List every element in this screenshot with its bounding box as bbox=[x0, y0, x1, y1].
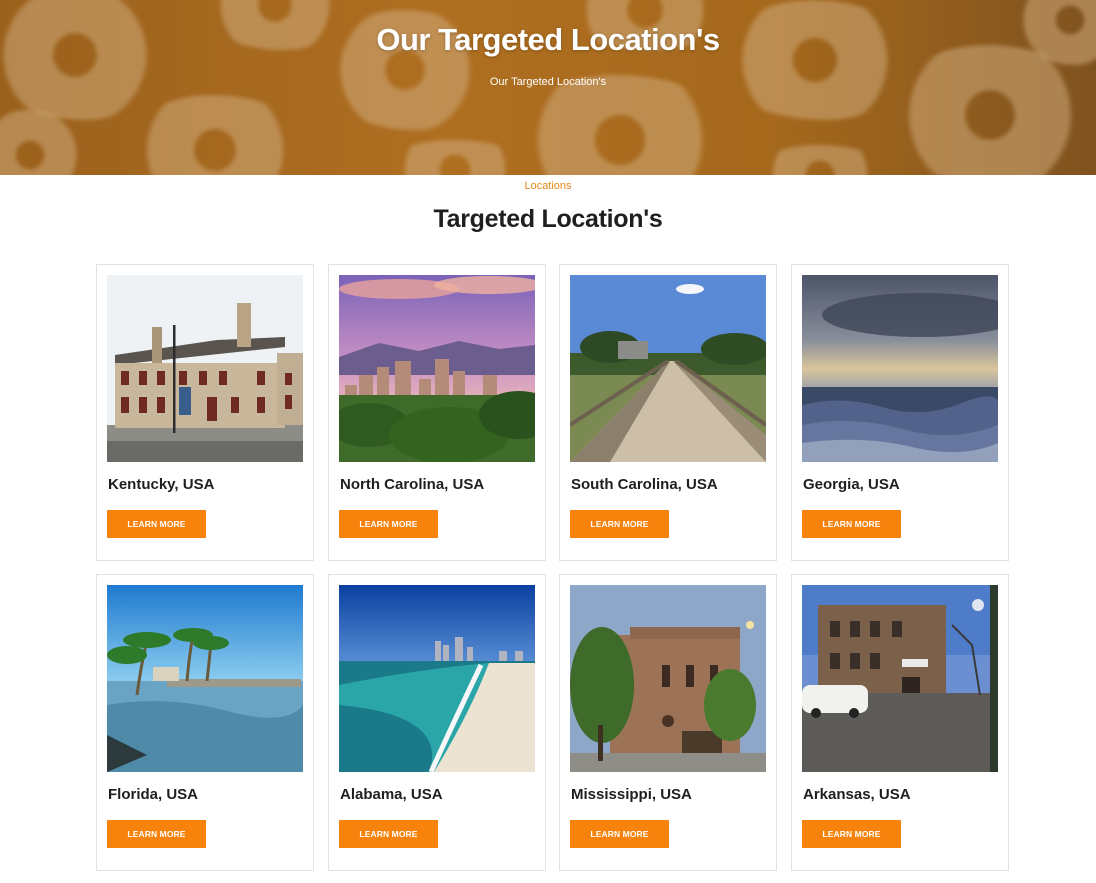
location-photo-alabama bbox=[339, 585, 535, 772]
section-title: Targeted Location's bbox=[433, 205, 663, 233]
location-photo-georgia bbox=[802, 275, 998, 462]
learn-more-button-kentucky[interactable]: LEARN MORE bbox=[107, 510, 206, 538]
location-photo-arkansas bbox=[802, 585, 998, 772]
hero-title: Our Targeted Location's bbox=[376, 22, 720, 57]
learn-more-button-south-carolina[interactable]: LEARN MORE bbox=[570, 510, 669, 538]
location-name: Alabama, USA bbox=[340, 786, 443, 803]
location-photo-north-carolina bbox=[339, 275, 535, 462]
location-photo-south-carolina bbox=[570, 275, 766, 462]
location-name: South Carolina, USA bbox=[571, 476, 718, 493]
location-card-mississippi: Mississippi, USA LEARN MORE bbox=[559, 574, 777, 871]
location-card-florida: Florida, USA LEARN MORE bbox=[96, 574, 314, 871]
location-card-arkansas: Arkansas, USA LEARN MORE bbox=[791, 574, 1009, 871]
location-card-north-carolina: North Carolina, USA LEARN MORE bbox=[328, 264, 546, 561]
location-name: Florida, USA bbox=[108, 786, 199, 803]
learn-more-button-north-carolina[interactable]: LEARN MORE bbox=[339, 510, 438, 538]
location-photo-mississippi bbox=[570, 585, 766, 772]
location-photo-kentucky bbox=[107, 275, 303, 462]
location-name: Georgia, USA bbox=[803, 476, 900, 493]
location-name: Arkansas, USA bbox=[803, 786, 911, 803]
hero-subtitle: Our Targeted Location's bbox=[489, 76, 607, 88]
learn-more-button-mississippi[interactable]: LEARN MORE bbox=[570, 820, 669, 848]
learn-more-button-georgia[interactable]: LEARN MORE bbox=[802, 510, 901, 538]
location-card-georgia: Georgia, USA LEARN MORE bbox=[791, 264, 1009, 561]
location-card-alabama: Alabama, USA LEARN MORE bbox=[328, 574, 546, 871]
location-name: Kentucky, USA bbox=[108, 476, 215, 493]
breadcrumb: Locations bbox=[0, 180, 1096, 192]
learn-more-button-florida[interactable]: LEARN MORE bbox=[107, 820, 206, 848]
learn-more-button-arkansas[interactable]: LEARN MORE bbox=[802, 820, 901, 848]
breadcrumb-link-locations[interactable]: Locations bbox=[524, 180, 571, 192]
hero-banner: Our Targeted Location's Our Targeted Loc… bbox=[0, 0, 1096, 175]
location-name: North Carolina, USA bbox=[340, 476, 485, 493]
location-card-south-carolina: South Carolina, USA LEARN MORE bbox=[559, 264, 777, 561]
location-photo-florida bbox=[107, 585, 303, 772]
location-name: Mississippi, USA bbox=[571, 786, 692, 803]
learn-more-button-alabama[interactable]: LEARN MORE bbox=[339, 820, 438, 848]
location-card-kentucky: Kentucky, USA LEARN MORE bbox=[96, 264, 314, 561]
